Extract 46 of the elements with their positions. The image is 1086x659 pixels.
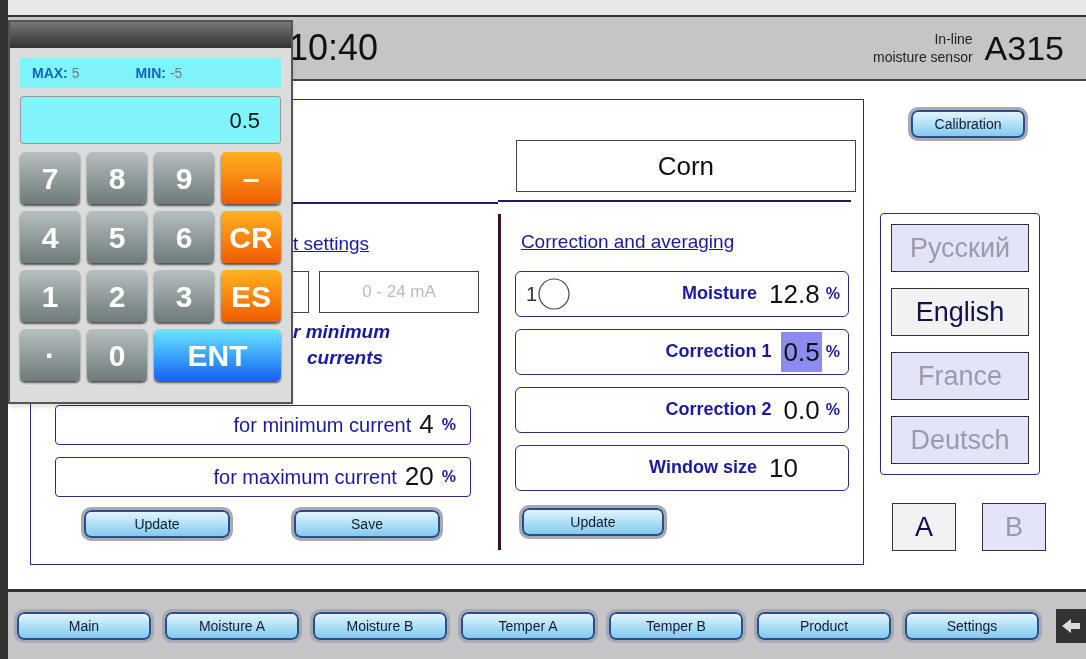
- note-text: currents: [307, 345, 385, 370]
- pill-button[interactable]: Temper B: [606, 608, 746, 643]
- pill-button[interactable]: Calibration: [908, 107, 1028, 141]
- device-caption: moisture sensor: [873, 48, 973, 66]
- product-field[interactable]: Corn: [515, 140, 856, 192]
- channel-button[interactable]: A: [892, 503, 956, 551]
- row-label: for maximum current: [213, 464, 397, 490]
- row-value[interactable]: 0.5: [781, 331, 822, 372]
- row-value[interactable]: 10: [766, 447, 800, 488]
- section-heading: t settings: [293, 232, 370, 256]
- limit-value: -5: [169, 63, 183, 83]
- row-label: Correction 1: [665, 340, 772, 363]
- row-value[interactable]: 4: [419, 405, 434, 444]
- row-label: Correction 2: [665, 398, 772, 421]
- limit-label: MAX:: [32, 63, 68, 83]
- pill-button[interactable]: Product: [754, 608, 894, 643]
- clock-text: 10:40: [288, 26, 379, 70]
- language-button[interactable]: English: [891, 288, 1029, 336]
- pill-button[interactable]: Moisture B: [310, 608, 450, 643]
- unit-text: %: [825, 283, 840, 304]
- model-text: A315: [984, 27, 1064, 69]
- unit-text: %: [441, 466, 456, 487]
- pill-button[interactable]: Update: [518, 504, 667, 539]
- row-label: Window size: [649, 456, 757, 479]
- row-value[interactable]: 12.8: [767, 273, 822, 314]
- row-value[interactable]: 0.0: [781, 389, 822, 430]
- limit-value: 5: [71, 63, 80, 83]
- channel-number: 1: [525, 281, 537, 307]
- device-caption: In-line: [934, 30, 973, 48]
- unit-text: %: [825, 399, 840, 420]
- indicator-lamp-icon: [537, 276, 571, 311]
- row-value[interactable]: 20: [404, 457, 434, 496]
- unit-text: %: [825, 341, 840, 362]
- section-heading: Correction and averaging: [520, 230, 735, 254]
- row-label: for minimum current: [233, 412, 412, 438]
- pill-button[interactable]: Save: [291, 506, 443, 541]
- row-label: Moisture: [682, 282, 758, 305]
- keypad-display: 0.5: [20, 96, 281, 144]
- pill-button[interactable]: Temper A: [458, 608, 598, 643]
- unit-text: %: [441, 414, 456, 435]
- pill-button[interactable]: Main: [14, 608, 154, 643]
- pill-button[interactable]: Settings: [902, 608, 1042, 643]
- note-text: r minimum: [293, 319, 392, 344]
- limit-label: MIN:: [135, 63, 166, 83]
- pill-button[interactable]: Update: [81, 506, 233, 541]
- pill-button[interactable]: Moisture A: [162, 608, 302, 643]
